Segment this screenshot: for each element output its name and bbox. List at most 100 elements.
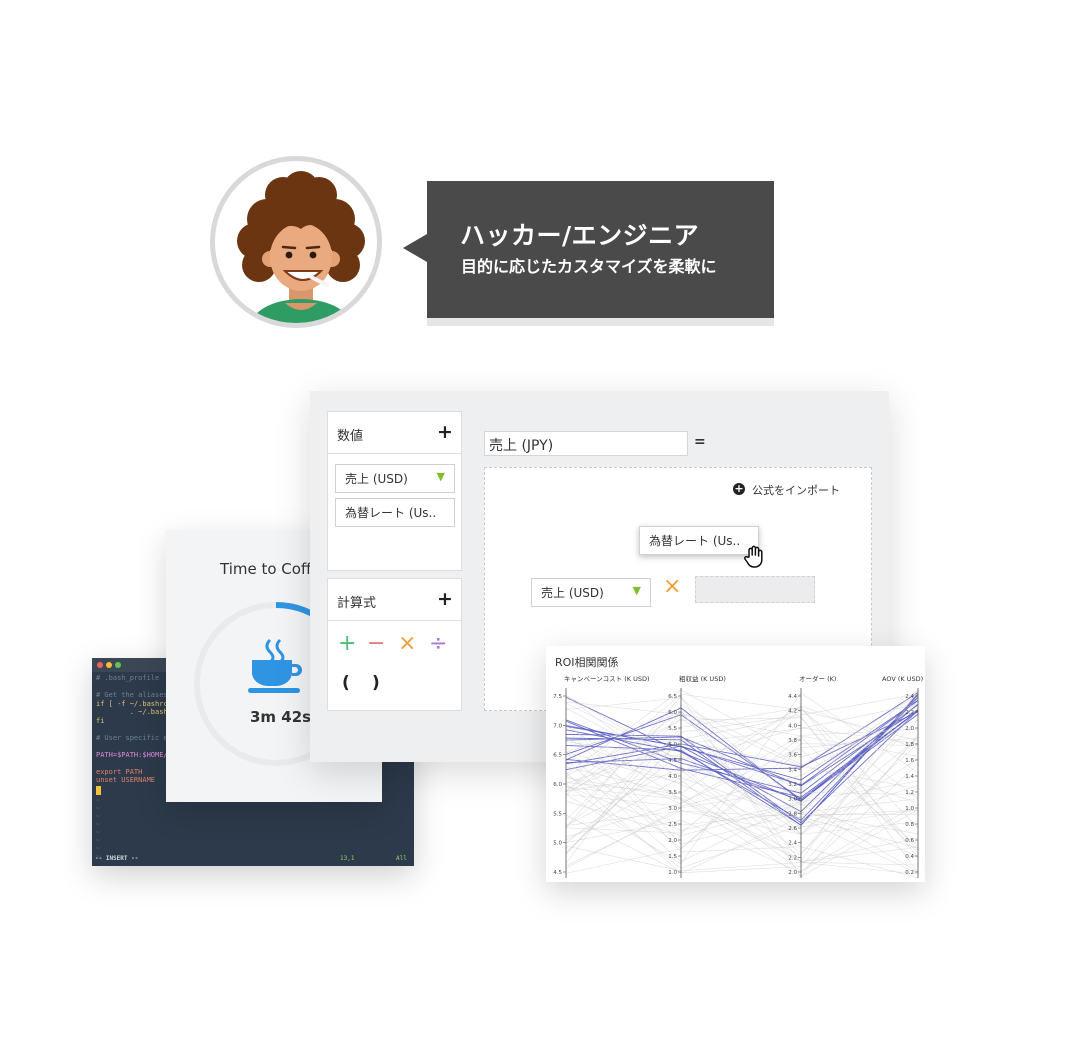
terminal-line: unset USERNAME — [96, 776, 156, 784]
tick-label: 4.5 — [553, 870, 562, 876]
tick-label: 2.8 — [788, 811, 797, 817]
terminal-line: # User specific en — [96, 733, 172, 742]
tick-label: 3.0 — [788, 797, 797, 803]
tick-label: 4.4 — [788, 694, 797, 700]
coffee-countdown: 3m 42s — [250, 708, 312, 726]
tick-label: 7.0 — [553, 723, 562, 729]
tick-label: 0.4 — [905, 854, 914, 860]
axis-label: オーダー (K) — [799, 674, 836, 683]
tick-label: 3.8 — [788, 738, 797, 744]
tick-label: 1.6 — [905, 758, 914, 764]
tick-label: 3.5 — [668, 790, 677, 796]
persona-subtitle: 目的に応じたカスタマイズを柔軟に — [461, 257, 717, 276]
formula-panel: 計算式 + + − × ÷ ( ) — [327, 578, 462, 711]
tick-label: 4.2 — [788, 709, 797, 715]
grab-hand-icon — [744, 545, 763, 568]
tick-label: 2.6 — [788, 826, 797, 832]
number-item-label: 為替レート (Us.. — [345, 506, 437, 520]
filter-icon[interactable]: ▼ — [633, 584, 641, 597]
minimize-window-icon[interactable] — [106, 662, 112, 668]
field-name-input[interactable]: 売上 (JPY) — [484, 431, 688, 456]
minus-operator[interactable]: − — [367, 631, 385, 656]
filter-icon[interactable]: ▼ — [437, 470, 445, 483]
axis-label: AOV (K USD) — [882, 675, 923, 683]
operand-label: 売上 (USD) — [541, 586, 604, 600]
number-item-label: 売上 (USD) — [345, 472, 408, 486]
number-item[interactable]: 売上 (USD) ▼ — [335, 464, 455, 493]
axis-label: 粗収益 (K USD) — [679, 674, 726, 683]
roi-chart-panel: ROI相関関係 キャンペーンコスト (K USD) 7.5 7.0 6.5 6.0 5.5… — [546, 646, 925, 882]
maximize-window-icon[interactable] — [115, 662, 121, 668]
tick-label: 2.4 — [905, 694, 914, 700]
add-formula-button[interactable]: + — [437, 588, 453, 610]
terminal-line: export PATH — [96, 767, 143, 776]
coffee-cup-icon — [248, 638, 302, 693]
number-item[interactable]: 為替レート (Us.. — [335, 498, 455, 527]
persona-title: ハッカー/エンジニア — [460, 221, 700, 250]
terminal-line: if [ -f ~/.bashrc — [96, 699, 168, 708]
axis-label: キャンペーンコスト (K USD) — [564, 675, 650, 683]
numbers-panel-title: 数値 — [337, 429, 364, 444]
tick-label: 6.5 — [668, 694, 677, 700]
tick-label: 4.5 — [668, 758, 677, 764]
tick-label: 6.5 — [553, 753, 562, 759]
add-number-button[interactable]: + — [437, 421, 453, 443]
plus-operator[interactable]: + — [338, 631, 356, 656]
terminal-code[interactable]: # .bash_profile # Get the aliases if [ -f … — [96, 674, 176, 785]
tick-label: 2.5 — [668, 822, 677, 828]
cursor-position: 13,1 — [340, 855, 355, 862]
numbers-panel-header: 数値 + — [328, 412, 461, 454]
terminal-cursor — [96, 786, 101, 795]
scroll-indicator: All — [396, 855, 407, 862]
tick-label: 2.2 — [788, 855, 797, 861]
tick-label: 1.4 — [905, 774, 914, 780]
tick-label: 3.0 — [668, 806, 677, 812]
dragging-chip[interactable]: 為替レート (Us.. — [639, 526, 759, 555]
tick-label: 0.6 — [905, 838, 914, 844]
terminal-line: # Get the aliases — [96, 691, 168, 699]
parallel-coordinates-chart[interactable]: キャンペーンコスト (K USD) 7.5 7.0 6.5 6.0 5.5 5.0 4.5 粗収… — [546, 646, 925, 882]
tick-label: 5.5 — [668, 726, 677, 732]
tick-label: 3.6 — [788, 753, 797, 759]
tick-label: 6.0 — [668, 710, 677, 716]
tick-label: 2.0 — [905, 726, 914, 732]
operand-chip[interactable]: 売上 (USD) ▼ — [531, 578, 651, 607]
terminal-line: fi — [96, 716, 105, 725]
tick-label: 4.0 — [668, 774, 677, 780]
terminal-line: # .bash_profile — [96, 674, 160, 682]
tick-label: 2.4 — [788, 841, 797, 847]
series-line[interactable] — [565, 689, 919, 862]
tick-label: 2.2 — [905, 710, 914, 716]
tick-label: 6.0 — [553, 782, 562, 788]
import-formula-label: 公式をインポート — [752, 484, 840, 497]
hacker-avatar-icon — [237, 171, 365, 323]
tick-label: 5.5 — [553, 811, 562, 817]
terminal-statusline: -- INSERT -- 13,1 All — [92, 854, 414, 866]
equals-sign: = — [694, 434, 706, 450]
open-paren-button[interactable]: ( — [342, 673, 350, 693]
formula-panel-header: 計算式 + — [328, 579, 461, 621]
tick-label: 2.0 — [788, 870, 797, 876]
tick-label: 0.2 — [905, 870, 914, 876]
terminal-line: . ~/.bashrc — [96, 708, 177, 716]
formula-panel-title: 計算式 — [337, 596, 377, 611]
numbers-panel: 数値 + 売上 (USD) ▼ 為替レート (Us.. — [327, 411, 462, 571]
close-paren-button[interactable]: ) — [372, 673, 380, 693]
tick-label: 1.8 — [905, 742, 914, 748]
tick-label: 5.0 — [553, 841, 562, 847]
tick-label: 3.4 — [788, 767, 797, 773]
speech-bubble-tail — [403, 234, 427, 262]
tick-label: 7.5 — [553, 694, 562, 700]
multiply-operator[interactable]: × — [398, 631, 416, 656]
close-window-icon[interactable] — [97, 662, 103, 668]
tick-label: 1.5 — [668, 854, 677, 860]
tick-label: 1.0 — [668, 870, 677, 876]
tick-label: 2.0 — [668, 838, 677, 844]
add-circle-icon: + — [733, 482, 745, 495]
divide-operator[interactable]: ÷ — [429, 631, 447, 656]
formula-operator[interactable]: × — [663, 574, 681, 599]
empty-operand-slot[interactable] — [695, 576, 815, 603]
